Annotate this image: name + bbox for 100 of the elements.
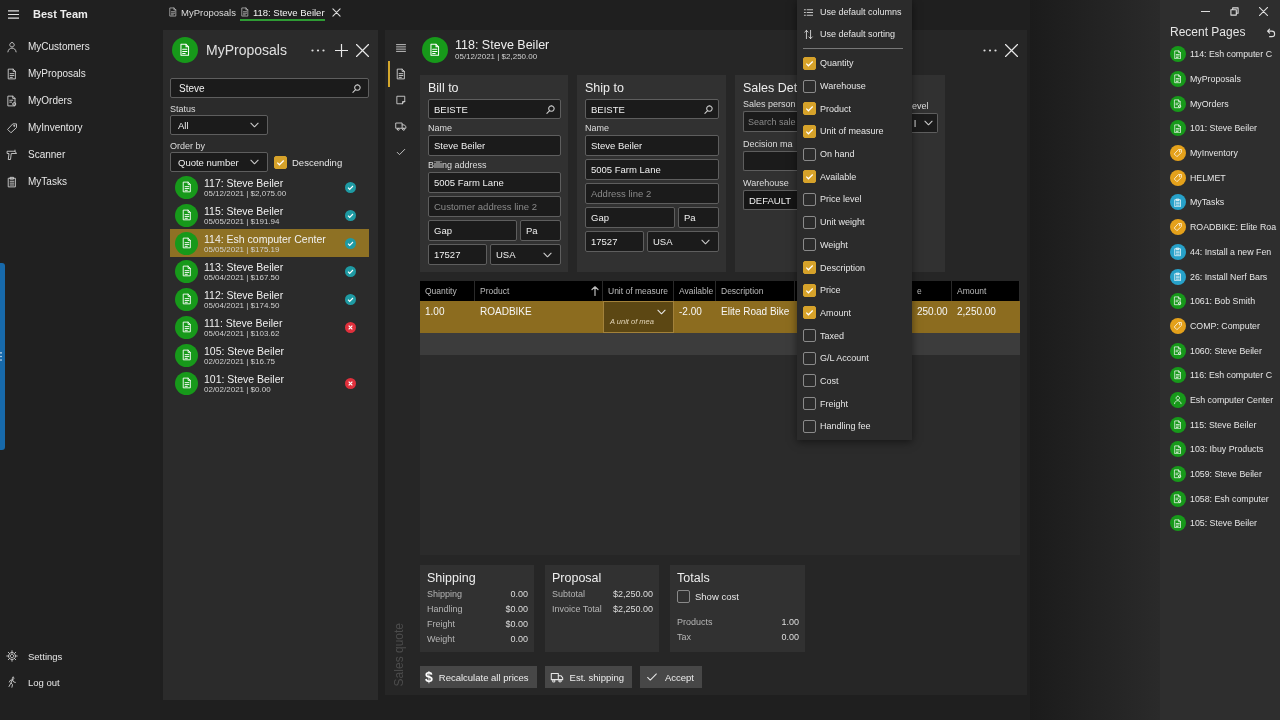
checkbox[interactable]	[803, 261, 816, 275]
checkbox-label[interactable]: Show cost	[695, 590, 739, 602]
checkbox[interactable]	[677, 589, 690, 603]
address-line-2-field[interactable]: Customer address line 2	[428, 196, 561, 217]
proposal-list-item[interactable]: 101: Steve Beiler 02/02/2021 | $0.00	[170, 369, 369, 397]
warehouse-field[interactable]: DEFAULT	[743, 190, 797, 210]
state-field[interactable]: Pa	[520, 220, 561, 241]
nav-item[interactable]: MyInventory	[0, 114, 160, 141]
recent-page-item[interactable]: MyProposals	[1160, 66, 1280, 92]
state-field[interactable]: Pa	[678, 207, 719, 228]
recent-page-item[interactable]: ROADBIKE: Elite Roa	[1160, 214, 1280, 240]
recent-page-item[interactable]: MyOrders	[1160, 91, 1280, 117]
nav-item[interactable]: Scanner	[0, 141, 160, 168]
salesperson-search-field[interactable]: Search sale	[743, 111, 797, 132]
proposal-list-item[interactable]: 113: Steve Beiler 05/04/2021 | $167.50	[170, 257, 369, 285]
proposal-list-item[interactable]: 114: Esh computer Center 05/05/2021 | $175.19	[170, 229, 369, 257]
column-option[interactable]: Unit weight	[820, 217, 865, 228]
recent-page-item[interactable]: 105: Steve Beiler	[1160, 511, 1280, 536]
city-field[interactable]: Gap	[428, 220, 517, 241]
zip-field[interactable]: 17527	[428, 244, 487, 265]
menu-item[interactable]: Use default columns	[803, 1, 906, 23]
decision-maker-field[interactable]	[743, 151, 797, 171]
checkbox[interactable]	[803, 102, 816, 116]
recent-page-item[interactable]: 1061: Bob Smith	[1160, 288, 1280, 314]
column-option[interactable]: Warehouse	[820, 81, 866, 92]
close-icon[interactable]	[331, 8, 341, 17]
country-dropdown[interactable]: USA	[647, 231, 719, 252]
nav-item[interactable]: Settings	[0, 643, 160, 669]
checkbox[interactable]	[803, 170, 816, 184]
proposal-list-item[interactable]: 112: Steve Beiler 05/04/2021 | $174.50	[170, 285, 369, 313]
checkbox[interactable]	[803, 329, 816, 343]
nav-item[interactable]: MyCustomers	[0, 33, 160, 60]
name-field[interactable]: Steve Beiler	[585, 135, 719, 156]
address-field[interactable]: 5005 Farm Lane	[428, 172, 561, 193]
checkbox[interactable]	[803, 374, 816, 388]
column-option[interactable]: Amount	[820, 307, 852, 318]
dropdown[interactable]: l	[912, 113, 938, 133]
nav-item[interactable]: MyOrders	[0, 87, 160, 114]
recent-page-item[interactable]: 114: Esh computer C	[1160, 42, 1280, 67]
recent-page-item[interactable]: MyInventory	[1160, 140, 1280, 166]
checkbox[interactable]	[803, 56, 816, 70]
tab[interactable]: 118: Steve Beiler	[239, 5, 325, 21]
nav-item[interactable]: Log out	[0, 669, 160, 695]
undo-icon[interactable]	[1265, 26, 1276, 38]
column-option[interactable]: Weight	[820, 239, 848, 250]
city-field[interactable]: Gap	[585, 207, 675, 228]
checkbox[interactable]	[803, 79, 816, 93]
checkbox[interactable]	[803, 419, 816, 433]
checkbox[interactable]	[803, 306, 816, 320]
name-field[interactable]: Steve Beiler	[428, 135, 561, 156]
checkbox[interactable]	[803, 147, 816, 161]
close-icon[interactable]	[1005, 43, 1018, 57]
zip-field[interactable]: 17527	[585, 231, 644, 252]
action-button[interactable]: Est. shipping	[544, 666, 632, 688]
recent-page-item[interactable]: 1058: Esh computer	[1160, 486, 1280, 512]
recent-page-item[interactable]: 115: Steve Beiler	[1160, 412, 1280, 437]
address-field[interactable]: 5005 Farm Lane	[585, 159, 719, 180]
search-field[interactable]: Steve	[170, 78, 369, 98]
checkbox[interactable]	[803, 215, 816, 229]
action-button[interactable]: Accept	[639, 666, 702, 688]
order-by-dropdown[interactable]: Quote number	[170, 152, 268, 172]
proposal-list-item[interactable]: 117: Steve Beiler 05/12/2021 | $2,075.00	[170, 173, 369, 201]
recent-page-item[interactable]: Esh computer Center	[1160, 387, 1280, 413]
checkbox[interactable]	[803, 397, 816, 411]
checkbox-label[interactable]: Descending	[292, 156, 343, 168]
recent-page-item[interactable]: HELMET	[1160, 165, 1280, 191]
column-option[interactable]: Cost	[820, 375, 839, 386]
close-icon[interactable]	[1259, 6, 1268, 16]
action-button[interactable]: $ Recalculate all prices	[420, 666, 537, 688]
column-option[interactable]: Quantity	[820, 58, 854, 69]
more-icon[interactable]	[983, 48, 997, 52]
proposal-list-item[interactable]: 115: Steve Beiler 05/05/2021 | $191.94	[170, 201, 369, 229]
column-option[interactable]: Unit of measure	[820, 126, 884, 137]
close-icon[interactable]	[356, 43, 369, 57]
restore-icon[interactable]	[1230, 6, 1239, 16]
checkbox[interactable]	[274, 155, 287, 169]
tab[interactable]: MyProposals	[168, 5, 236, 21]
customer-search-field[interactable]: BEISTE	[428, 99, 561, 119]
checkbox[interactable]	[803, 351, 816, 365]
column-option[interactable]: Handling fee	[820, 421, 871, 432]
proposal-list-item[interactable]: 111: Steve Beiler 05/04/2021 | $103.62	[170, 313, 369, 341]
column-option[interactable]: Available	[820, 171, 857, 182]
country-dropdown[interactable]: USA	[490, 244, 561, 265]
nav-item[interactable]: MyTasks	[0, 168, 160, 195]
recent-page-item[interactable]: 44: Install a new Fen	[1160, 239, 1280, 265]
checkbox[interactable]	[803, 283, 816, 297]
checkbox[interactable]	[803, 124, 816, 138]
column-option[interactable]: On hand	[820, 149, 855, 160]
checkbox[interactable]	[803, 238, 816, 252]
customer-search-field[interactable]: BEISTE	[585, 99, 719, 119]
nav-item[interactable]: MyProposals	[0, 60, 160, 87]
address-line-2-field[interactable]: Address line 2	[585, 183, 719, 204]
menu-item[interactable]: Use default sorting	[803, 23, 906, 45]
menu-icon[interactable]	[8, 9, 19, 19]
panel-handle[interactable]	[0, 263, 5, 450]
recent-page-item[interactable]: 101: Steve Beiler	[1160, 116, 1280, 141]
recent-page-item[interactable]: 116: Esh computer C	[1160, 362, 1280, 388]
recent-page-item[interactable]: COMP: Computer	[1160, 313, 1280, 339]
column-option[interactable]: Taxed	[820, 330, 845, 341]
recent-page-item[interactable]: 103: Ibuy Products	[1160, 437, 1280, 462]
